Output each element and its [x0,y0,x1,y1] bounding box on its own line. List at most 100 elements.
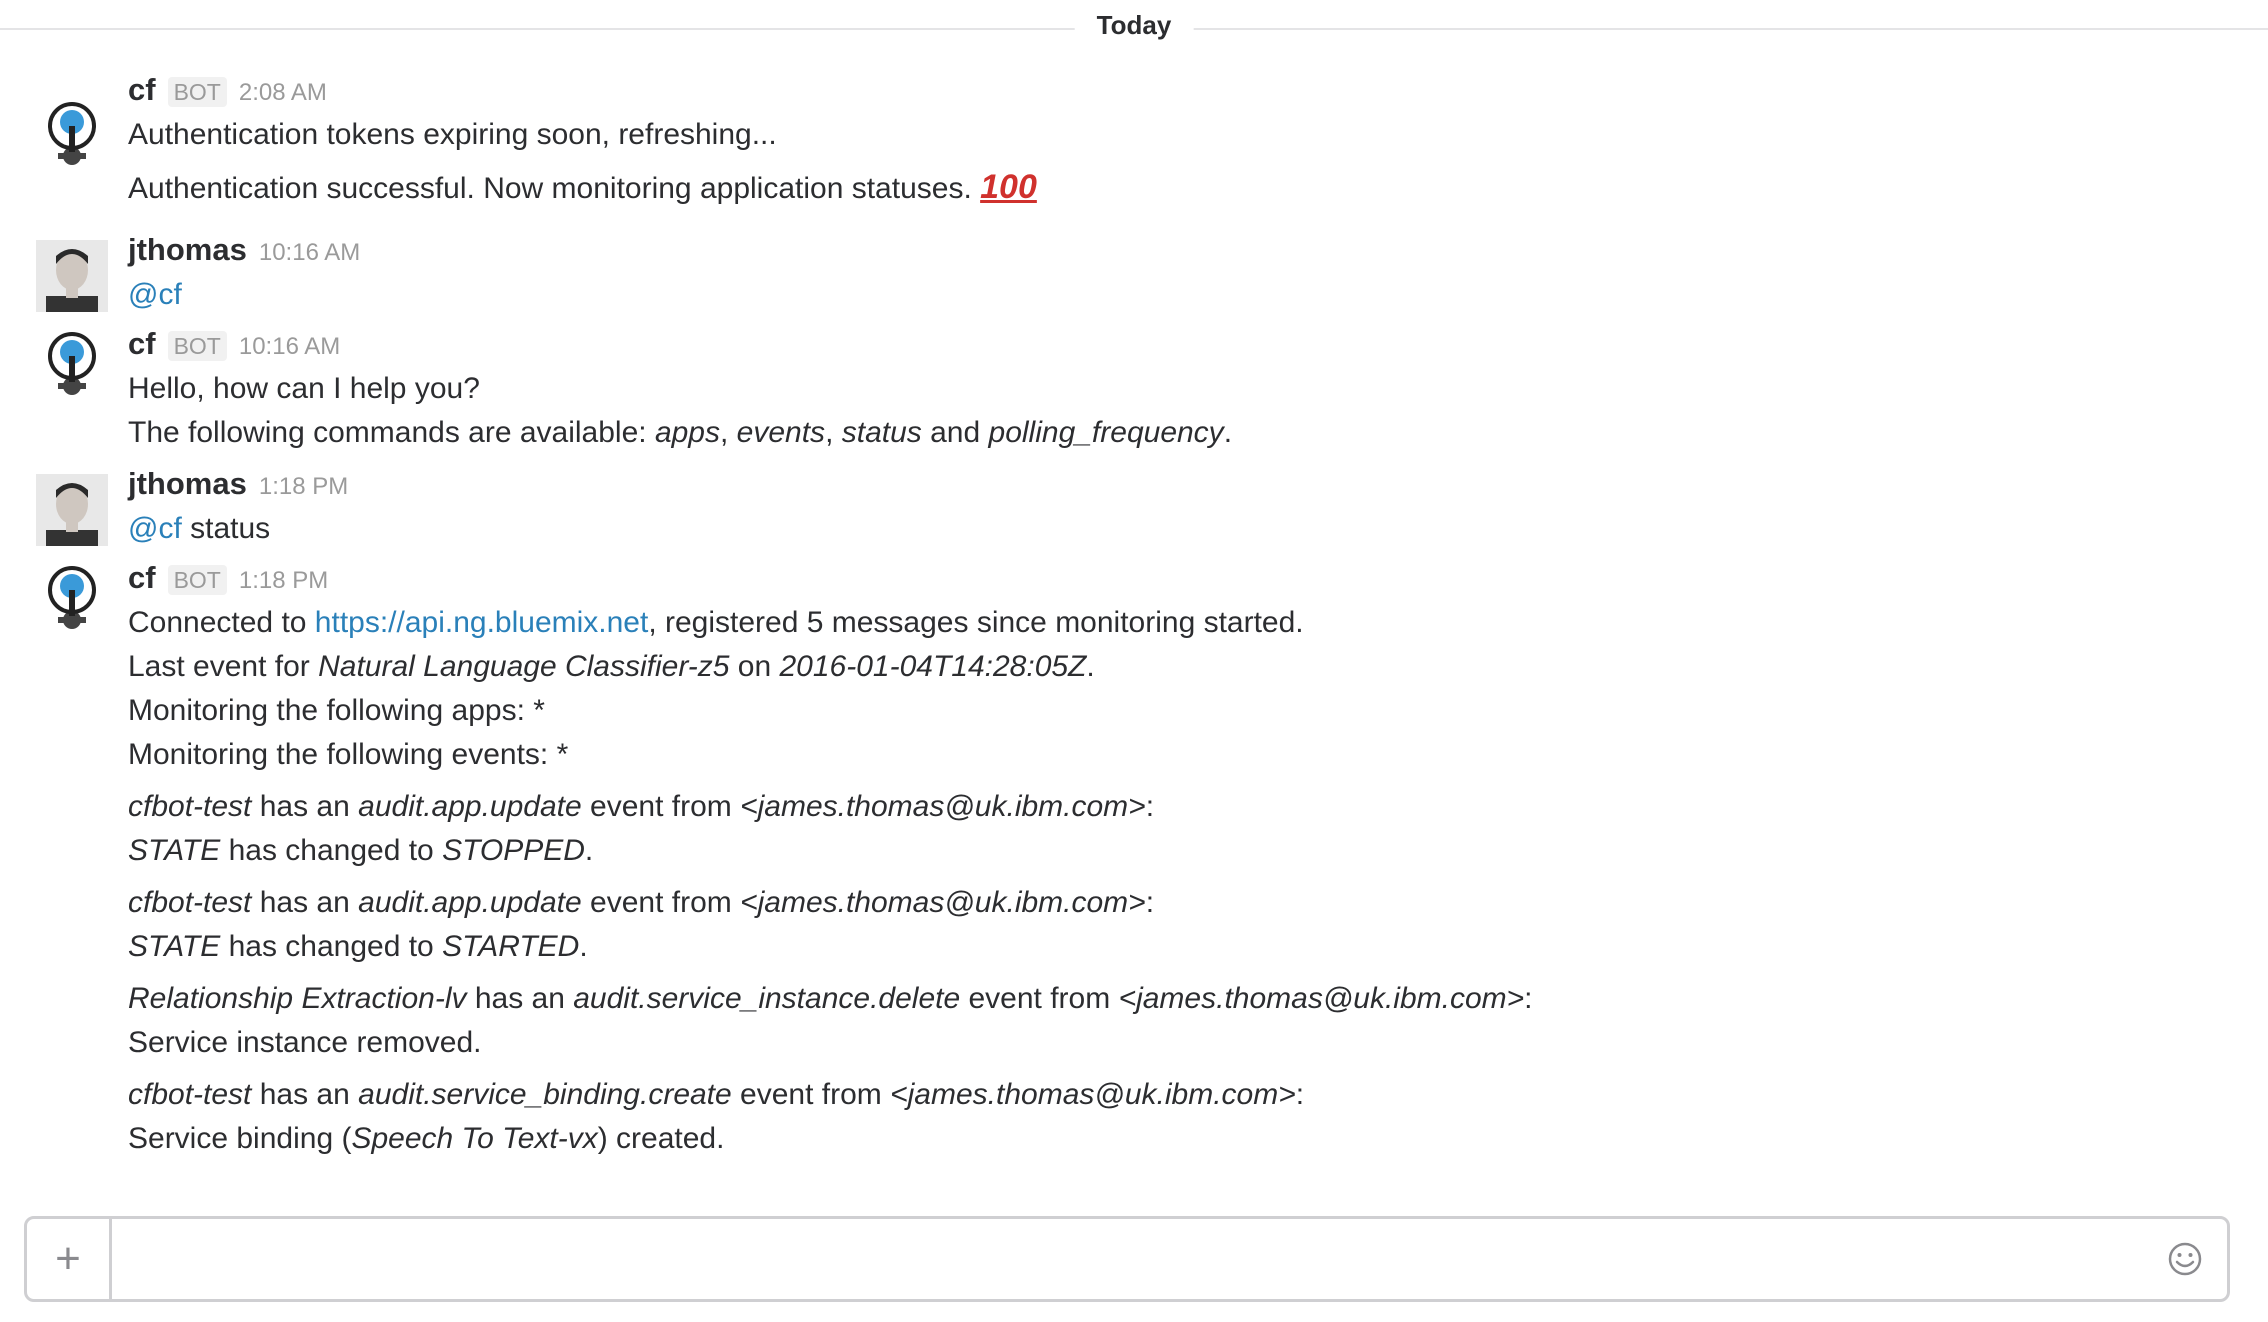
message-text-part: has an [251,790,359,823]
message-text-part: , registered 5 messages since monitoring… [648,606,1304,639]
timestamp[interactable]: 10:16 AM [259,239,360,266]
event-timestamp: 2016-01-04T14:28:05Z [779,650,1087,683]
command-polling-frequency: polling_frequency [988,416,1224,449]
app-name: Relationship Extraction-lv [128,982,467,1015]
message-cf-3: cf BOT 1:18 PM Connected to https://api.ng… [0,558,2268,1161]
detail-part: . [579,930,588,963]
timestamp[interactable]: 2:08 AM [239,79,327,106]
timestamp[interactable]: 1:18 PM [259,473,348,500]
detail-part: STARTED [442,930,580,963]
detail-part: . [584,834,594,867]
message-text-part: and [921,416,989,449]
message-text: @cf [128,273,2268,317]
message-text-part: , [720,416,737,449]
app-name: cfbot-test [128,790,252,823]
sender-name[interactable]: jthomas [128,232,247,267]
user-avatar[interactable] [36,240,108,312]
message-text-part: Authentication successful. Now monitorin… [128,172,972,205]
message-input[interactable] [127,1233,2131,1287]
event-email: <james.thomas@uk.ibm.com> [1118,982,1525,1015]
message-text-part: event from [731,1078,891,1111]
message-text: Authentication successful. Now monitorin… [128,165,2268,211]
message-text-part: on [729,650,780,683]
message-text-part: . [1086,650,1095,683]
add-attachment-button[interactable]: + [27,1219,112,1299]
event-email: <james.thomas@uk.ibm.com> [890,1078,1296,1111]
event-type: audit.service_instance.delete [573,982,961,1015]
message-header: jthomas 1:18 PM [128,464,2268,507]
command-events: events [736,416,826,449]
message-text: Last event for Natural Language Classifi… [128,645,2268,689]
timestamp[interactable]: 1:18 PM [239,567,328,594]
message-cf-1: cf BOT 2:08 AM Authentication tokens expir… [0,70,2268,230]
message-cf-2: cf BOT 10:16 AM Hello, how can I help you?… [0,324,2268,464]
message-text-part: event from [960,982,1119,1015]
sender-name[interactable]: cf [128,72,156,107]
message-text: @cf status [128,507,2268,551]
event-detail: STATE has changed to STOPPED. [128,829,2268,873]
detail-part: Speech To Text-vx [351,1122,598,1155]
message-text: Authentication tokens expiring soon, ref… [128,118,777,151]
message-text-part: : [1295,1078,1305,1111]
message-text-part: status [181,512,271,545]
message-header: cf BOT 2:08 AM [128,70,2268,113]
api-url-link[interactable]: https://api.ng.bluemix.net [315,606,649,639]
sender-name[interactable]: cf [128,326,156,361]
smiley-icon[interactable] [2165,1239,2205,1279]
message-jthomas-1: jthomas 10:16 AM @cf [0,230,2268,324]
detail-part: has changed to [220,834,443,867]
sender-name[interactable]: cf [128,560,156,595]
hundred-points-emoji: 100 [980,168,1037,206]
message-composer: + [24,1216,2230,1302]
event-line: cfbot-test has an audit.service_binding.… [128,1073,2268,1117]
message-header: cf BOT 10:16 AM [128,324,2268,367]
message-header: jthomas 10:16 AM [128,230,2268,273]
cf-bot-avatar-icon[interactable] [36,328,108,400]
detail-part: STATE [128,930,221,963]
message-text-part: : [1145,886,1155,919]
message-text: Hello, how can I help you? [128,372,480,405]
message-text-part: has an [251,1078,359,1111]
mention-link[interactable]: @cf [128,278,182,311]
message-text: The following commands are available: ap… [128,411,2268,455]
message-text-part: has an [251,886,359,919]
message-text-part: Last event for [128,650,319,683]
cf-bot-avatar-icon[interactable] [36,98,108,170]
message-text-part: The following commands are available: [128,416,655,449]
message-text-part: has an [466,982,574,1015]
cf-bot-avatar-icon[interactable] [36,562,108,634]
message-text-part: Connected to [128,606,315,639]
message-text: Monitoring the following apps: * [128,694,545,727]
app-name: Natural Language Classifier-z5 [318,650,730,683]
bot-badge: BOT [167,565,227,595]
bot-badge: BOT [167,77,227,107]
date-divider: Today [0,0,2268,56]
event-detail: STATE has changed to STARTED. [128,925,2268,969]
plus-icon: + [55,1234,81,1283]
sender-name[interactable]: jthomas [128,466,247,501]
detail-part: STOPPED [442,834,585,867]
event-type: audit.app.update [358,790,582,823]
detail-part: Service binding ( [128,1122,352,1155]
message-text-part: event from [581,790,741,823]
app-name: cfbot-test [128,886,252,919]
event-detail: Service instance removed. [128,1026,482,1059]
message-text-part: . [1223,416,1233,449]
mention-link[interactable]: @cf [128,512,182,545]
event-type: audit.app.update [358,886,582,919]
user-avatar[interactable] [36,474,108,546]
date-divider-label: Today [1074,10,1194,41]
message-text-part: event from [581,886,741,919]
message-text: Monitoring the following events: * [128,738,569,771]
detail-part: has changed to [220,930,443,963]
event-line: cfbot-test has an audit.app.update event… [128,785,2268,829]
event-line: cfbot-test has an audit.app.update event… [128,881,2268,925]
detail-part: ) created. [597,1122,725,1155]
detail-part: STATE [128,834,221,867]
timestamp[interactable]: 10:16 AM [239,333,340,360]
event-line: Relationship Extraction-lv has an audit.… [128,977,2268,1021]
message-list: cf BOT 2:08 AM Authentication tokens expir… [0,70,2268,1161]
command-apps: apps [654,416,720,449]
command-status: status [841,416,922,449]
message-text-part: , [825,416,842,449]
